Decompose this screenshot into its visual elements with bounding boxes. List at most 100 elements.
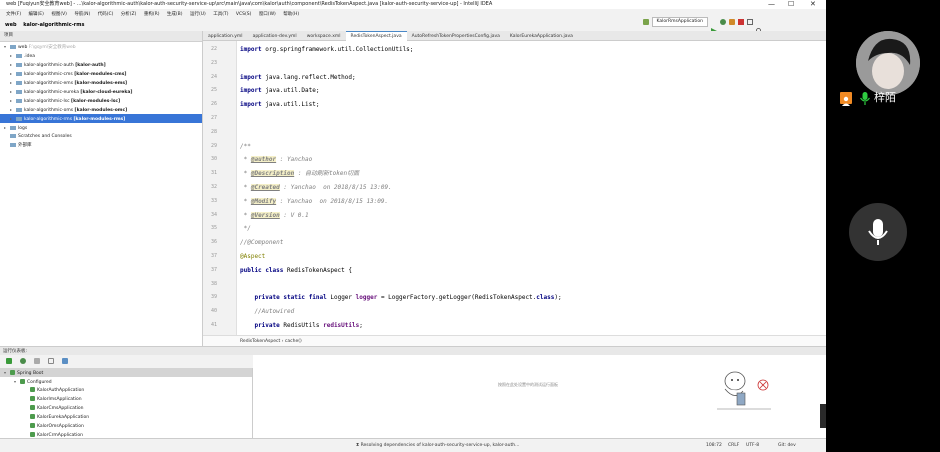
nav-crumb-rms[interactable]: kalor-algorithmic-rms [23,22,84,28]
stop-run-icon[interactable] [34,358,40,364]
maximize-button[interactable]: ☐ [788,0,794,9]
run-config-item[interactable]: KalorCrmApplication [0,431,252,438]
line-number: 22 [210,46,217,52]
code-line[interactable]: */ [240,222,251,235]
code-editor[interactable]: 22 import org.springframework.util.Collec… [203,41,826,335]
menu-navigate[interactable]: 导航(N) [74,9,90,20]
menu-code[interactable]: 代码(C) [98,9,114,20]
nav-crumb-web[interactable]: web [5,22,17,28]
debug-icon[interactable] [720,19,726,25]
code-line[interactable]: * @Modify : Yanchao on 2018/8/15 13:09. [240,195,388,208]
run-config-item[interactable]: KalorAuthApplication [0,386,252,395]
code-line[interactable]: import org.springframework.util.Collecti… [240,43,413,56]
editor-tabs: application.yml application-dev.yml worksp… [203,31,826,41]
line-number: 29 [210,142,217,149]
run-icon[interactable] [711,19,717,34]
code-line[interactable]: import java.lang.reflect.Method; [240,71,356,84]
project-tree-item[interactable]: ▸ kalor-algorithmic-rms [kalor-modules-rm… [0,114,202,123]
run-config-item[interactable]: ▾ Spring Boot [0,368,252,377]
menu-edit[interactable]: 编辑(E) [29,9,44,20]
editor-tab[interactable]: workspace.xml [302,32,346,41]
menu-build[interactable]: 生成(B) [167,9,183,20]
run-config-item[interactable]: KalorEurekaApplication [0,413,252,422]
menu-view[interactable]: 视图(V) [51,9,67,20]
folder-icon [10,125,16,130]
menu-run[interactable]: 运行(U) [190,9,206,20]
project-structure-icon[interactable] [747,19,753,25]
project-tree-item[interactable]: ▸ kalor-algorithmic-lsc [kalor-modules-ls… [0,96,202,105]
caret-position[interactable]: 108:72 [706,439,722,452]
mascot-illustration [717,371,771,410]
menu-file[interactable]: 文件(F) [6,9,21,20]
spring-boot-icon [30,405,35,410]
mic-active-icon [859,91,871,110]
run-config-select[interactable]: KalorRmsApplication [651,17,708,27]
code-line[interactable]: import java.util.List; [240,98,319,111]
debug-run-icon[interactable] [20,358,26,364]
menu-tools[interactable]: 工具(T) [213,9,228,20]
menu-analyze[interactable]: 分析(Z) [121,9,137,20]
editor-tab[interactable]: KalorEurekaApplication.java [505,32,578,41]
group-icon[interactable] [48,358,54,364]
code-line[interactable]: import java.util.Date; [240,84,319,97]
menu-help[interactable]: 帮助(H) [283,9,299,20]
run-config-label: KalorEurekaApplication [37,415,90,420]
folder-icon [16,62,22,67]
filter-icon[interactable] [62,358,68,364]
search-icon[interactable] [756,19,763,35]
project-tree-item[interactable]: ▸ .idea [0,51,202,60]
side-handle[interactable] [820,404,826,428]
rerun-icon[interactable] [6,358,12,364]
code-line[interactable]: * @Created : Yanchao on 2018/8/15 13:09. [240,181,392,194]
tree-item-module: [kalor-cloud-eureka] [80,90,133,95]
line-number: 25 [210,87,217,94]
tree-item-name: Scratches and Consoles [18,134,72,139]
minimize-button[interactable]: — [768,0,775,9]
code-line[interactable]: @Aspect [240,250,265,263]
project-tree-item[interactable]: ▸ kalor-algorithmic-eureka [kalor-cloud-e… [0,87,202,96]
project-tree-item[interactable]: Scratches and Consoles [0,132,202,141]
editor-tab[interactable]: application.yml [203,32,248,41]
project-tree-item[interactable]: 外部库 [0,141,202,150]
microphone-button[interactable] [849,203,907,261]
code-line[interactable]: * @author : Yanchao [240,153,312,166]
line-number: 30 [210,156,217,163]
code-breadcrumb[interactable]: RedisTokenAspect › cache() [203,335,826,346]
coverage-icon[interactable] [729,19,735,25]
line-separator[interactable]: CRLF [728,439,739,452]
project-tree-item[interactable]: ▸ logs [0,123,202,132]
menu-window[interactable]: 窗口(W) [259,9,276,20]
editor-tab[interactable]: AutoRefreshTokenPropertiesConfig.java [407,32,505,41]
file-encoding[interactable]: UTF-8 [746,439,759,452]
run-config-item[interactable]: ▾ Configured [0,377,252,386]
code-line[interactable]: public class RedisTokenAspect { [240,264,352,277]
run-config-item[interactable]: KalorOmsApplication [0,422,252,431]
spring-boot-icon [30,423,35,428]
menu-refactor[interactable]: 重构(R) [144,9,160,20]
project-tree-item[interactable]: ▸ kalor-algorithmic-oms [kalor-modules-om… [0,105,202,114]
editor-tab[interactable]: RedisTokenAspect.java [345,31,407,41]
project-tree-item[interactable]: ▸ kalor-algorithmic-auth [kalor-auth] [0,60,202,69]
project-panel-header: 项目 [0,31,202,42]
close-button[interactable]: ✕ [810,0,816,9]
run-config-item[interactable]: KalorCmsApplication [0,404,252,413]
code-line[interactable]: * @Description : 自动刷新token切面 [240,167,359,180]
stop-icon[interactable] [738,19,744,25]
hammer-icon[interactable] [642,19,649,25]
code-line[interactable]: private static final Logger logger = Log… [240,291,561,304]
menu-vcs[interactable]: VCS(S) [236,9,251,20]
tree-item-name: kalor-algorithmic-eureka [24,90,79,95]
code-line[interactable]: //@Component [240,236,283,249]
project-tree-item[interactable]: ▸ kalor-algorithmic-cms [kalor-modules-cm… [0,69,202,78]
code-line[interactable]: * @Version : V 0.1 [240,209,309,222]
project-tree-item[interactable]: ▸ kalor-algorithmic-ems [kalor-modules-em… [0,78,202,87]
git-branch[interactable]: Git: dev [778,439,796,452]
run-config-item[interactable]: KalorlmsApplication [0,395,252,404]
status-message[interactable]: ⧗ Resolving dependencies of kalor-auth-s… [356,439,519,452]
code-line[interactable]: /** [240,140,251,153]
editor-tab[interactable]: application-dev.yml [248,32,302,41]
line-number: 39 [210,294,217,301]
code-line[interactable]: private RedisUtils redisUtils; [240,319,362,332]
code-line[interactable]: //Autowired [240,305,294,318]
project-tree-item[interactable]: ▾ web F:\gqym\安全教育web [0,42,202,51]
